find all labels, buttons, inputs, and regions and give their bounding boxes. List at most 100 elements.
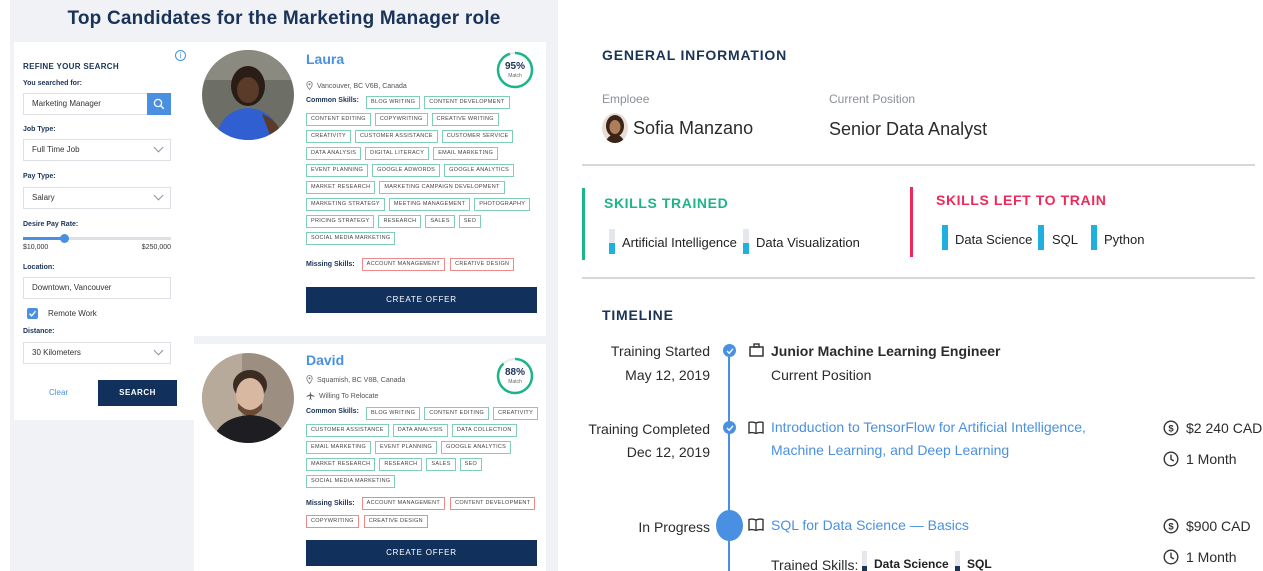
distance-select[interactable]: 30 Kilometers bbox=[23, 342, 171, 364]
job-type-select[interactable]: Full Time Job bbox=[23, 139, 171, 161]
divider bbox=[582, 277, 1255, 279]
skill-tag: MEETING MANAGEMENT bbox=[388, 198, 471, 211]
skill-tag: MARKET RESEARCH bbox=[306, 181, 376, 194]
location-value: Downtown, Vancouver bbox=[32, 283, 112, 292]
common-skills-list: BLOG WRITING CONTENT EDITING CREATIVITY CUS… bbox=[306, 407, 542, 488]
skill-tag: BLOG WRITING bbox=[366, 407, 421, 420]
pay-type-select[interactable]: Salary bbox=[23, 187, 171, 209]
pay-type-label: Pay Type: bbox=[23, 173, 56, 180]
skill-tag: GOOGLE ANALYTICS bbox=[444, 164, 515, 177]
employee-name: Sofia Manzano bbox=[633, 118, 754, 138]
common-skills-list: BLOG WRITING CONTENT DEVELOPMENT CONTENT E… bbox=[306, 96, 542, 245]
info-icon[interactable]: i bbox=[175, 50, 186, 61]
skill-level-bar bbox=[1091, 225, 1097, 250]
skill-tag: GOOGLE ANALYTICS bbox=[441, 441, 512, 454]
skill-tag: CUSTOMER ASSISTANCE bbox=[306, 424, 389, 437]
trained-skill: SQL bbox=[967, 557, 992, 571]
candidate-location: Vancouver, BC V6B, Canada bbox=[306, 81, 407, 90]
timeline-job-title: Junior Machine Learning Engineer bbox=[771, 343, 1001, 359]
candidate-photo bbox=[202, 353, 294, 443]
position-value: Senior Data Analyst bbox=[829, 119, 988, 139]
skill-tag: BLOG WRITING bbox=[366, 96, 421, 109]
course-link[interactable]: Introduction to TensorFlow for Artificia… bbox=[771, 416, 1111, 462]
page-title: Top Candidates for the Marketing Manager… bbox=[67, 8, 501, 29]
skill-tag: RESEARCH bbox=[379, 458, 423, 471]
skill-tag: CONTENT EDITING bbox=[424, 407, 490, 420]
missing-skill-tag: COPYWRITING bbox=[306, 515, 359, 528]
employee-avatar bbox=[602, 113, 628, 143]
employee-photo bbox=[602, 113, 628, 143]
timeline-date: Dec 12, 2019 bbox=[626, 444, 710, 460]
skill-tag: CUSTOMER ASSISTANCE bbox=[355, 130, 438, 143]
candidate-location-text: Squamish, BC V8B, Canada bbox=[317, 377, 406, 384]
skills-left-title: SKILLS LEFT TO TRAIN bbox=[936, 192, 1107, 208]
missing-skill-tag: ACCOUNT MANAGEMENT bbox=[361, 258, 446, 271]
search-submit-button[interactable] bbox=[147, 93, 171, 115]
match-percent: 95% bbox=[504, 61, 525, 72]
timeline-job-subtitle: Current Position bbox=[771, 367, 872, 383]
location-pin-icon bbox=[306, 81, 313, 90]
filters-heading: REFINE YOUR SEARCH bbox=[23, 62, 119, 71]
skill-tag: SALES bbox=[426, 458, 456, 471]
slider-handle[interactable] bbox=[60, 234, 70, 243]
search-filters: i REFINE YOUR SEARCH You searched for: M… bbox=[14, 42, 194, 420]
dollar-icon: $ bbox=[1163, 420, 1179, 436]
pay-type-value: Salary bbox=[32, 193, 55, 202]
briefcase-icon bbox=[749, 343, 764, 357]
timeline-title: TIMELINE bbox=[602, 307, 674, 323]
pay-rate-label: Desire Pay Rate: bbox=[23, 221, 79, 228]
remote-work-checkbox[interactable] bbox=[27, 308, 38, 319]
create-offer-button[interactable]: CREATE OFFER bbox=[306, 540, 537, 566]
missing-skill-tag: CREATIVE DESIGN bbox=[363, 515, 428, 528]
relocate-info: Willing To Relocate bbox=[306, 391, 378, 400]
left-to-train-accent-bar bbox=[910, 187, 913, 257]
clear-button[interactable]: Clear bbox=[49, 388, 68, 397]
missing-skills-row: Missing Skills: ACCOUNT MANAGEMENT CONTENT… bbox=[306, 497, 537, 528]
pay-rate-slider[interactable] bbox=[23, 234, 171, 243]
distance-label: Distance: bbox=[23, 328, 55, 335]
match-label: Match bbox=[508, 73, 522, 79]
checkmark-icon bbox=[28, 310, 37, 317]
skill-tag: PHOTOGRAPHY bbox=[474, 198, 531, 211]
match-score: 95% Match bbox=[495, 50, 535, 90]
book-icon bbox=[748, 518, 764, 531]
skill-tag: EMAIL MARKETING bbox=[433, 147, 499, 160]
skill-tag: CONTENT EDITING bbox=[306, 113, 371, 126]
candidate-card: Laura 95% Match Vancouver, BC V6B, Canad… bbox=[194, 42, 546, 336]
skill-tag: SALES bbox=[425, 215, 455, 228]
dollar-icon: $ bbox=[1163, 518, 1179, 534]
course-link[interactable]: SQL for Data Science — Basics bbox=[771, 514, 1111, 537]
location-input[interactable]: Downtown, Vancouver bbox=[23, 277, 171, 299]
job-type-label: Job Type: bbox=[23, 126, 56, 133]
position-label: Current Position bbox=[829, 92, 916, 106]
match-percent: 88% bbox=[504, 367, 525, 378]
skill-tag: SOCIAL MEDIA MARKETING bbox=[306, 475, 396, 488]
candidate-name[interactable]: David bbox=[306, 352, 344, 368]
create-offer-button[interactable]: CREATE OFFER bbox=[306, 287, 537, 313]
remote-work-label[interactable]: Remote Work bbox=[48, 309, 97, 318]
label-spacer bbox=[306, 407, 362, 420]
searched-label: You searched for: bbox=[23, 80, 82, 87]
timeline-status: Training Started bbox=[610, 343, 710, 359]
candidate-name[interactable]: Laura bbox=[306, 51, 344, 67]
svg-text:$: $ bbox=[1168, 423, 1174, 434]
employee-label: Emploee bbox=[602, 92, 650, 106]
skill-tag: MARKETING STRATEGY bbox=[306, 198, 385, 211]
skill-level-bar bbox=[609, 229, 615, 254]
relocate-text: Willing To Relocate bbox=[319, 393, 379, 400]
timeline-status: Training Completed bbox=[588, 421, 710, 437]
untrained-skill: Python bbox=[1104, 232, 1145, 247]
skill-level-bar bbox=[1038, 225, 1044, 250]
search-button[interactable]: SEARCH bbox=[98, 380, 177, 406]
trained-skill: Data Science bbox=[874, 557, 949, 571]
candidate-avatar bbox=[202, 353, 294, 443]
untrained-skill: Data Science bbox=[955, 232, 1033, 247]
search-input[interactable]: Marketing Manager bbox=[23, 93, 171, 115]
untrained-skill: SQL bbox=[1052, 232, 1079, 247]
svg-text:$: $ bbox=[1168, 521, 1174, 532]
candidate-photo bbox=[202, 50, 294, 140]
timeline-status: In Progress bbox=[638, 519, 710, 535]
trained-accent-bar bbox=[582, 188, 585, 260]
skill-tag: CONTENT DEVELOPMENT bbox=[424, 96, 510, 109]
skill-tag: COPYWRITING bbox=[374, 113, 428, 126]
